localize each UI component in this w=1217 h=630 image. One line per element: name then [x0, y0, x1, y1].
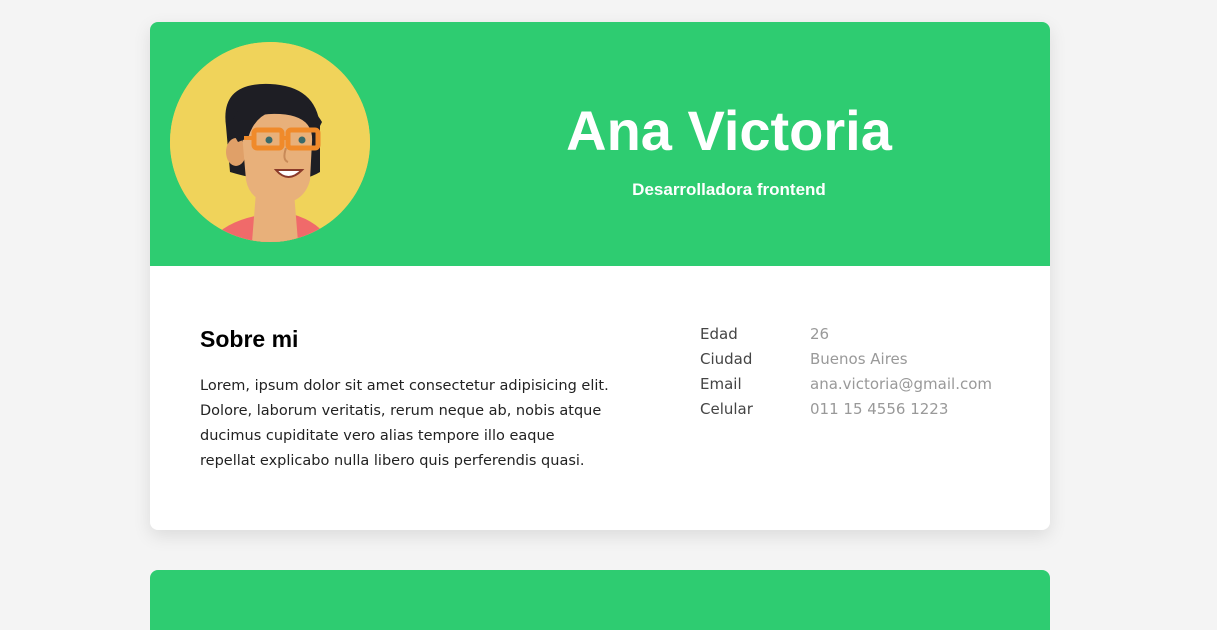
- info-label: Email: [700, 375, 742, 393]
- info-label: Edad: [700, 325, 738, 343]
- info-label: Ciudad: [700, 350, 753, 368]
- next-card-header: [150, 570, 1050, 630]
- avatar: [170, 42, 370, 242]
- info-label: Celular: [700, 400, 753, 418]
- info-row-age: Edad 26: [700, 322, 1020, 347]
- info-value: 011 15 4556 1223: [810, 400, 949, 418]
- profile-card: Ana Victoria Desarrolladora frontend Sob…: [150, 22, 1050, 530]
- info-row-phone: Celular 011 15 4556 1223: [700, 397, 1020, 422]
- info-row-city: Ciudad Buenos Aires: [700, 347, 1020, 372]
- info-value: ana.victoria@gmail.com: [810, 375, 992, 393]
- woman-avatar-icon: [170, 42, 370, 242]
- about-title: Sobre mi: [200, 326, 299, 352]
- about-text: Lorem, ipsum dolor sit amet consectetur …: [200, 378, 609, 469]
- info-value: Buenos Aires: [810, 350, 908, 368]
- profile-header: Ana Victoria Desarrolladora frontend: [150, 22, 1050, 266]
- profile-name: Ana Victoria: [566, 99, 892, 162]
- info-list: Edad 26 Ciudad Buenos Aires Email ana.vi…: [700, 322, 1020, 422]
- profile-role: Desarrolladora frontend: [632, 180, 826, 199]
- info-value: 26: [810, 325, 830, 343]
- info-row-email: Email ana.victoria@gmail.com: [700, 372, 1020, 397]
